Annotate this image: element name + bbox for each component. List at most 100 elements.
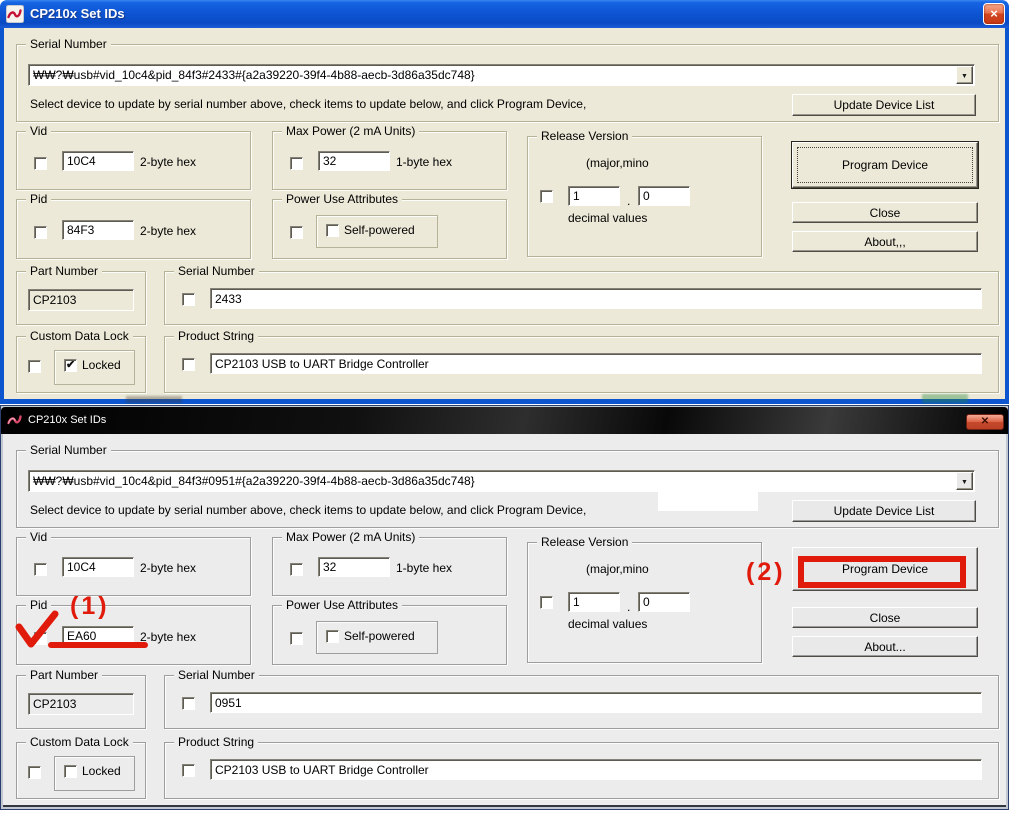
locked-label: Locked [82, 764, 121, 778]
program-device-button[interactable]: Program Device [792, 142, 978, 188]
close-icon: × [990, 6, 998, 21]
group-label: Product String [174, 329, 258, 343]
update-device-list-button[interactable]: Update Device List [792, 500, 976, 522]
serial-number-combo[interactable]: ▼ [28, 64, 975, 86]
self-powered-label: Self-powered [344, 629, 415, 643]
self-powered-label: Self-powered [344, 223, 415, 237]
whiteout-patch [658, 488, 758, 511]
serial-string-input[interactable] [210, 692, 982, 713]
annotation-step2: (2) [746, 558, 786, 587]
max-power-hint: 1-byte hex [396, 561, 452, 575]
vid-input[interactable] [62, 151, 134, 171]
close-dialog-button[interactable]: Close [792, 607, 978, 628]
version-major-input[interactable] [568, 186, 620, 206]
self-powered-checkbox[interactable] [326, 630, 339, 643]
close-button[interactable]: ✕ [966, 414, 1004, 430]
release-version-sublabel: (major,mino [586, 562, 649, 576]
background-artifact [922, 394, 968, 403]
focus-rect [797, 147, 973, 183]
dropdown-button[interactable]: ▼ [956, 66, 973, 84]
group-label: Part Number [26, 668, 102, 682]
custom-data-lock-checkbox[interactable] [28, 766, 41, 779]
group-label: Serial Number [26, 443, 111, 457]
red-underline-annotation [48, 642, 148, 648]
update-device-list-button[interactable]: Update Device List [792, 94, 976, 116]
version-separator: . [627, 194, 630, 208]
group-label: Vid [26, 124, 51, 138]
group-label: Serial Number [174, 668, 259, 682]
serial-number-combo[interactable]: ▼ [28, 470, 975, 492]
locked-checkbox[interactable]: ✔ [64, 359, 77, 372]
group-label: Power Use Attributes [282, 598, 402, 612]
pid-input[interactable] [62, 220, 134, 240]
product-string-input[interactable] [210, 759, 982, 780]
set-ids-dialog-top: CP210x Set IDs × Serial Number ▼ Select … [0, 0, 1009, 404]
part-number-field [28, 289, 134, 311]
group-label: Serial Number [174, 264, 259, 278]
max-power-input[interactable] [318, 151, 390, 171]
vid-hint: 2-byte hex [140, 561, 196, 575]
self-powered-checkbox[interactable] [326, 224, 339, 237]
close-button[interactable]: × [983, 3, 1005, 25]
about-button[interactable]: About,,, [792, 231, 978, 252]
instruction-text: Select device to update by serial number… [30, 97, 586, 111]
max-power-checkbox[interactable] [290, 157, 303, 170]
group-label: Max Power (2 mA Units) [282, 530, 419, 544]
group-label: Custom Data Lock [26, 329, 133, 343]
chevron-down-icon: ▼ [961, 73, 968, 80]
version-minor-input[interactable] [638, 592, 690, 612]
window-title: CP210x Set IDs [28, 414, 106, 426]
vid-checkbox[interactable] [34, 157, 47, 170]
group-label: Vid [26, 530, 51, 544]
serial-string-checkbox[interactable] [182, 293, 195, 306]
part-number-field [28, 693, 134, 715]
group-label: Max Power (2 mA Units) [282, 124, 419, 138]
power-use-checkbox[interactable] [290, 226, 303, 239]
check-icon: ✔ [66, 358, 75, 371]
max-power-checkbox[interactable] [290, 563, 303, 576]
product-string-input[interactable] [210, 353, 982, 374]
max-power-input[interactable] [318, 557, 390, 577]
release-version-hint: decimal values [568, 617, 647, 631]
serial-string-checkbox[interactable] [182, 697, 195, 710]
serial-number-combo-input[interactable] [28, 470, 975, 492]
titlebar-bottom[interactable]: CP210x Set IDs ✕ [1, 407, 1008, 434]
instruction-text: Select device to update by serial number… [30, 503, 586, 517]
background-artifact [126, 396, 182, 403]
about-button[interactable]: About... [792, 636, 978, 657]
set-ids-dialog-bottom: CP210x Set IDs ✕ Serial Number ▼ Select … [0, 405, 1009, 810]
silabs-logo-icon [6, 5, 24, 23]
group-label: Product String [174, 735, 258, 749]
product-string-checkbox[interactable] [182, 764, 195, 777]
vid-checkbox[interactable] [34, 563, 47, 576]
version-separator: . [627, 600, 630, 614]
red-rect-annotation [798, 556, 966, 588]
custom-data-lock-checkbox[interactable] [28, 360, 41, 373]
version-minor-input[interactable] [638, 186, 690, 206]
release-version-checkbox[interactable] [540, 596, 553, 609]
vid-hint: 2-byte hex [140, 155, 196, 169]
serial-string-input[interactable] [210, 288, 982, 309]
group-label: Custom Data Lock [26, 735, 133, 749]
group-label: Serial Number [26, 37, 111, 51]
pid-hint: 2-byte hex [140, 630, 196, 644]
product-string-checkbox[interactable] [182, 358, 195, 371]
serial-number-combo-input[interactable] [28, 64, 975, 86]
vid-input[interactable] [62, 557, 134, 577]
group-label: Release Version [537, 535, 632, 549]
chevron-down-icon: ▼ [961, 479, 968, 486]
power-use-checkbox[interactable] [290, 632, 303, 645]
titlebar-top[interactable]: CP210x Set IDs × [0, 0, 1009, 28]
annotation-step1: (1) [70, 592, 110, 621]
version-major-input[interactable] [568, 592, 620, 612]
locked-checkbox[interactable] [64, 765, 77, 778]
release-version-checkbox[interactable] [540, 190, 553, 203]
dropdown-button[interactable]: ▼ [956, 472, 973, 490]
close-dialog-button[interactable]: Close [792, 202, 978, 223]
group-label: Release Version [537, 129, 632, 143]
pid-hint: 2-byte hex [140, 224, 196, 238]
window-title: CP210x Set IDs [30, 6, 125, 21]
pid-checkbox[interactable] [34, 226, 47, 239]
close-icon: ✕ [981, 416, 989, 427]
locked-label: Locked [82, 358, 121, 372]
